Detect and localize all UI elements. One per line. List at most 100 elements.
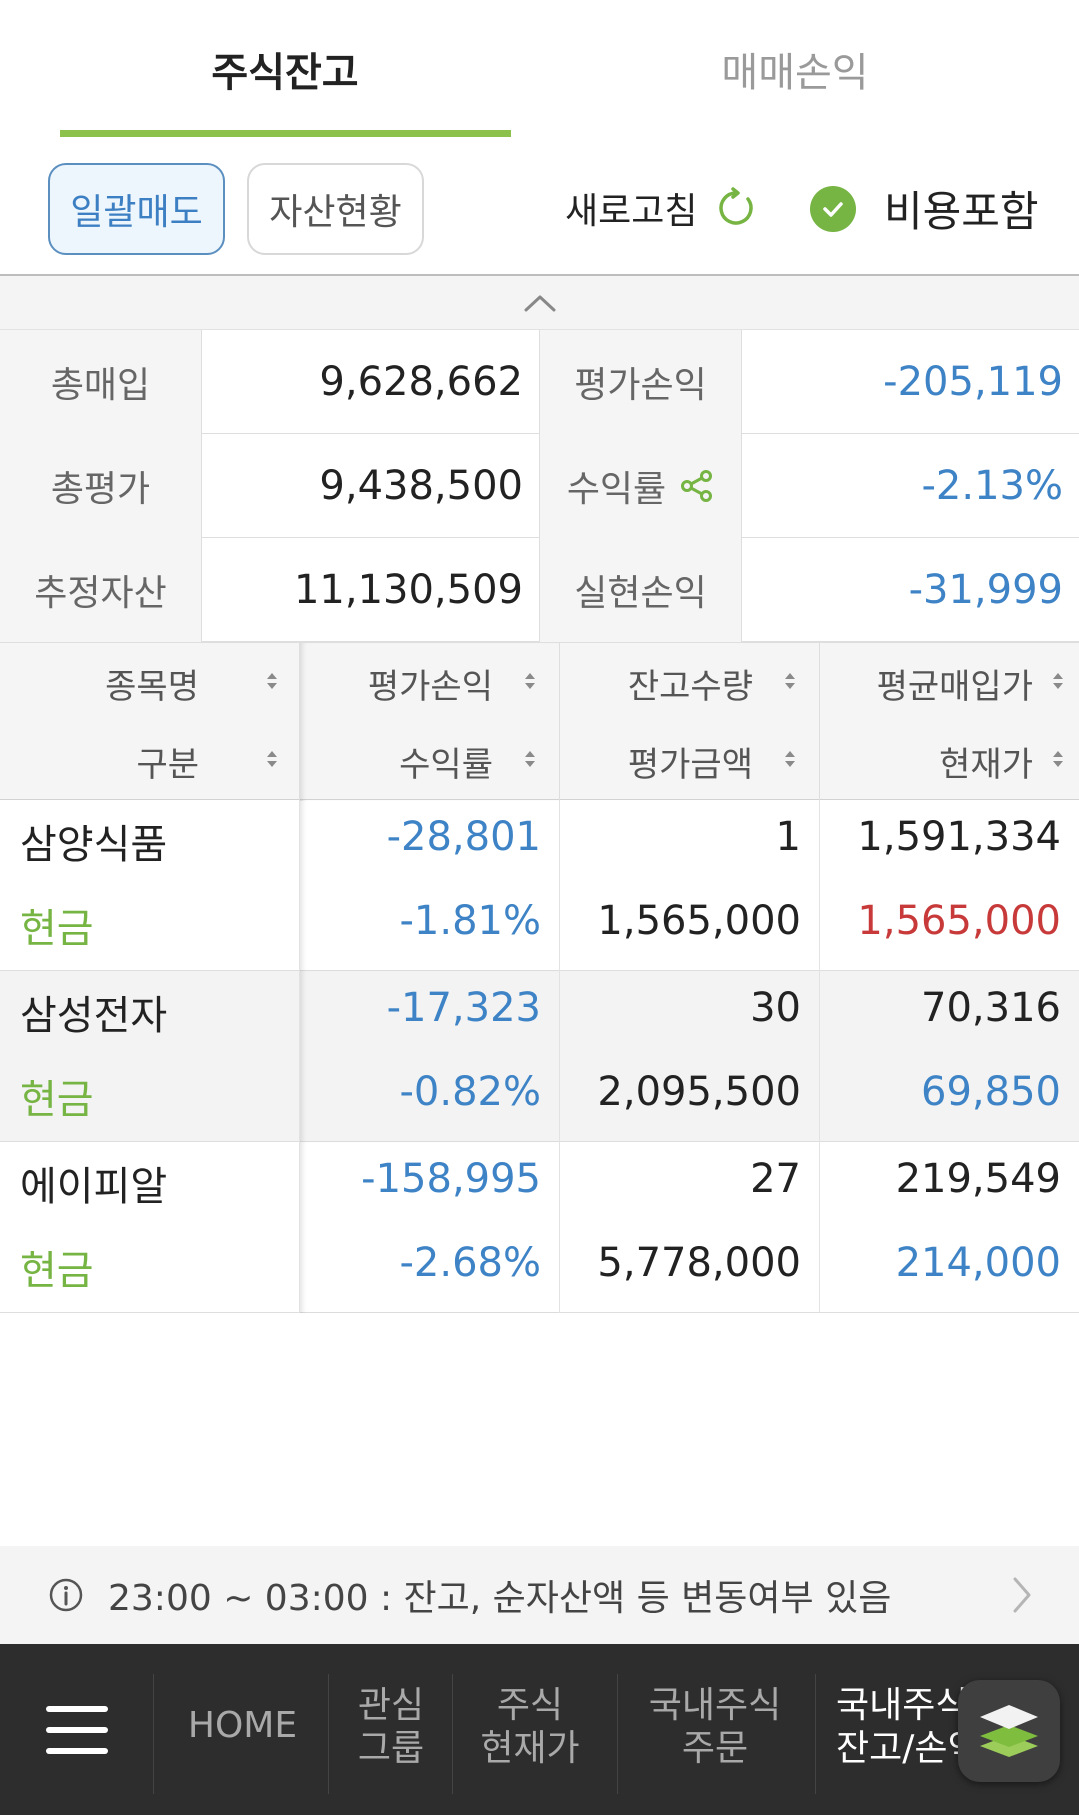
nav-divider [153, 1674, 154, 1794]
summary-row: 추정자산 11,130,509 실현손익 -31,999 [0, 538, 1079, 642]
stock-name: 삼양식품 [20, 822, 168, 868]
include-fees-toggle[interactable]: 비용포함 [810, 178, 1039, 239]
cell-qty: 1 1,565,000 [560, 800, 820, 971]
holdings-header: 종목명 구분 평가손익 수익률 잔고수량 평가금액 평균매입가 현재가 [0, 642, 1079, 801]
current-price: 69,850 [921, 1069, 1061, 1115]
return-rate-label: 수익률 [566, 469, 667, 510]
cell-price: 1,591,334 1,565,000 [820, 800, 1079, 971]
chevron-up-icon [524, 295, 555, 311]
return-rate: -1.81% [399, 898, 541, 944]
summary-table: 총매입 9,628,662 평가손익 -205,119 총평가 9,438,50… [0, 330, 1079, 642]
avg-price: 219,549 [895, 1156, 1061, 1202]
estimated-assets-value: 11,130,509 [202, 538, 540, 642]
total-eval-label: 총평가 [0, 434, 202, 538]
nav-watch-group-line2: 그룹 [357, 1728, 425, 1769]
layers-icon [980, 1705, 1038, 1757]
realized-pnl-label: 실현손익 [540, 538, 742, 642]
current-price: 1,565,000 [857, 898, 1061, 944]
tab-stock-balance[interactable]: 주식잔고 [60, 40, 510, 98]
nav-stock-price[interactable]: 주식 현재가 [460, 1684, 600, 1770]
return-rate-value: -2.13% [921, 463, 1063, 509]
nav-domestic-order-line2: 주문 [681, 1728, 749, 1769]
cell-pnl: -158,995 -2.68% [300, 1142, 560, 1313]
nav-divider [617, 1674, 618, 1794]
quantity: 30 [750, 985, 801, 1031]
cell-price: 219,549 214,000 [820, 1142, 1079, 1313]
summary-row: 총매입 9,628,662 평가손익 -205,119 [0, 330, 1079, 434]
header-col-price: 평균매입가 현재가 [820, 643, 1079, 801]
nav-stock-price-line2: 현재가 [480, 1728, 580, 1769]
action-row: 일괄매도 자산현황 새로고침 비용포함 [0, 150, 1079, 270]
notice-banner[interactable]: 23:00 ~ 03:00 : 잔고, 순자산액 등 변동여부 있음 [0, 1546, 1079, 1644]
header-eval-pnl[interactable]: 평가손익 [368, 659, 493, 708]
current-price: 214,000 [895, 1240, 1061, 1286]
nav-stock-price-line1: 주식 [496, 1685, 564, 1726]
cell-qty: 27 5,778,000 [560, 1142, 820, 1313]
stock-category: 현금 [20, 1077, 94, 1123]
nav-watch-group[interactable]: 관심 그룹 [335, 1684, 447, 1770]
header-quantity[interactable]: 잔고수량 [628, 659, 753, 708]
return-rate: -2.68% [399, 1240, 541, 1286]
total-eval-value: 9,438,500 [202, 434, 540, 538]
nav-divider [452, 1674, 453, 1794]
include-fees-label: 비용포함 [884, 187, 1039, 236]
refresh-icon [719, 187, 754, 225]
nav-domestic-order-line1: 국내주식 [648, 1685, 782, 1726]
stock-category: 현금 [20, 906, 94, 952]
total-purchase-label: 총매입 [0, 330, 202, 434]
nav-watch-group-line1: 관심 [357, 1685, 425, 1726]
cell-name: 삼성전자 현금 [0, 971, 300, 1142]
eval-pnl-label: 평가손익 [540, 330, 742, 434]
header-return-rate[interactable]: 수익률 [399, 737, 493, 786]
nav-divider [328, 1674, 329, 1794]
bulk-sell-button[interactable]: 일괄매도 [48, 163, 225, 255]
tab-bar: 주식잔고 매매손익 [0, 0, 1079, 140]
header-avg-price[interactable]: 평균매입가 [877, 659, 1033, 708]
header-category[interactable]: 구분 [136, 737, 199, 786]
collapse-summary-button[interactable] [0, 274, 1079, 330]
cell-pnl: -28,801 -1.81% [300, 800, 560, 971]
chevron-right-icon [1013, 1577, 1031, 1613]
cell-name: 삼양식품 현금 [0, 800, 300, 971]
asset-status-button[interactable]: 자산현황 [247, 163, 424, 255]
cell-name: 에이피알 현금 [0, 1142, 300, 1313]
hamburger-menu-icon[interactable] [46, 1706, 108, 1769]
eval-pnl: -158,995 [361, 1156, 541, 1202]
active-tab-indicator [60, 130, 511, 137]
info-icon [49, 1578, 83, 1612]
notice-text: 23:00 ~ 03:00 : 잔고, 순자산액 등 변동여부 있음 [108, 1578, 892, 1619]
estimated-assets-label: 추정자산 [0, 538, 202, 642]
nav-domestic-order[interactable]: 국내주식 주문 [630, 1684, 800, 1770]
nav-divider [815, 1674, 816, 1794]
header-col-pnl: 평가손익 수익률 [300, 643, 560, 801]
header-current-price[interactable]: 현재가 [939, 737, 1033, 786]
holding-row[interactable]: 삼성전자 현금 -17,323 -0.82% 30 2,095,500 70,3… [0, 971, 1079, 1142]
holding-row[interactable]: 에이피알 현금 -158,995 -2.68% 27 5,778,000 219… [0, 1142, 1079, 1313]
quantity: 1 [775, 814, 801, 860]
bottom-nav: HOME 관심 그룹 주식 현재가 국내주식 주문 국내주식 잔고/손익 [0, 1644, 1079, 1815]
cell-price: 70,316 69,850 [820, 971, 1079, 1142]
layers-button[interactable] [958, 1680, 1060, 1782]
holding-row[interactable]: 삼양식품 현금 -28,801 -1.81% 1 1,565,000 1,591… [0, 800, 1079, 971]
cell-pnl: -17,323 -0.82% [300, 971, 560, 1142]
eval-pnl: -17,323 [386, 985, 541, 1031]
check-circle-icon [810, 185, 856, 232]
return-rate: -0.82% [399, 1069, 541, 1115]
refresh-label: 새로고침 [565, 191, 698, 232]
summary-row: 총평가 9,438,500 수익률 -2.13% [0, 434, 1079, 538]
eval-amount: 1,565,000 [597, 898, 801, 944]
return-rate-label-cell[interactable]: 수익률 [540, 434, 742, 538]
eval-pnl-value: -205,119 [883, 359, 1063, 405]
quantity: 27 [750, 1156, 801, 1202]
refresh-button[interactable]: 새로고침 [565, 182, 757, 234]
nav-home[interactable]: HOME [170, 1704, 315, 1747]
stock-name: 삼성전자 [20, 993, 168, 1039]
share-icon[interactable] [680, 469, 714, 503]
header-eval-amount[interactable]: 평가금액 [628, 737, 753, 786]
header-stock-name[interactable]: 종목명 [105, 659, 199, 708]
stock-name: 에이피알 [20, 1164, 168, 1210]
tab-trading-pnl[interactable]: 매매손익 [570, 40, 1020, 98]
realized-pnl-value: -31,999 [908, 567, 1063, 613]
eval-amount: 5,778,000 [597, 1240, 801, 1286]
cell-qty: 30 2,095,500 [560, 971, 820, 1142]
